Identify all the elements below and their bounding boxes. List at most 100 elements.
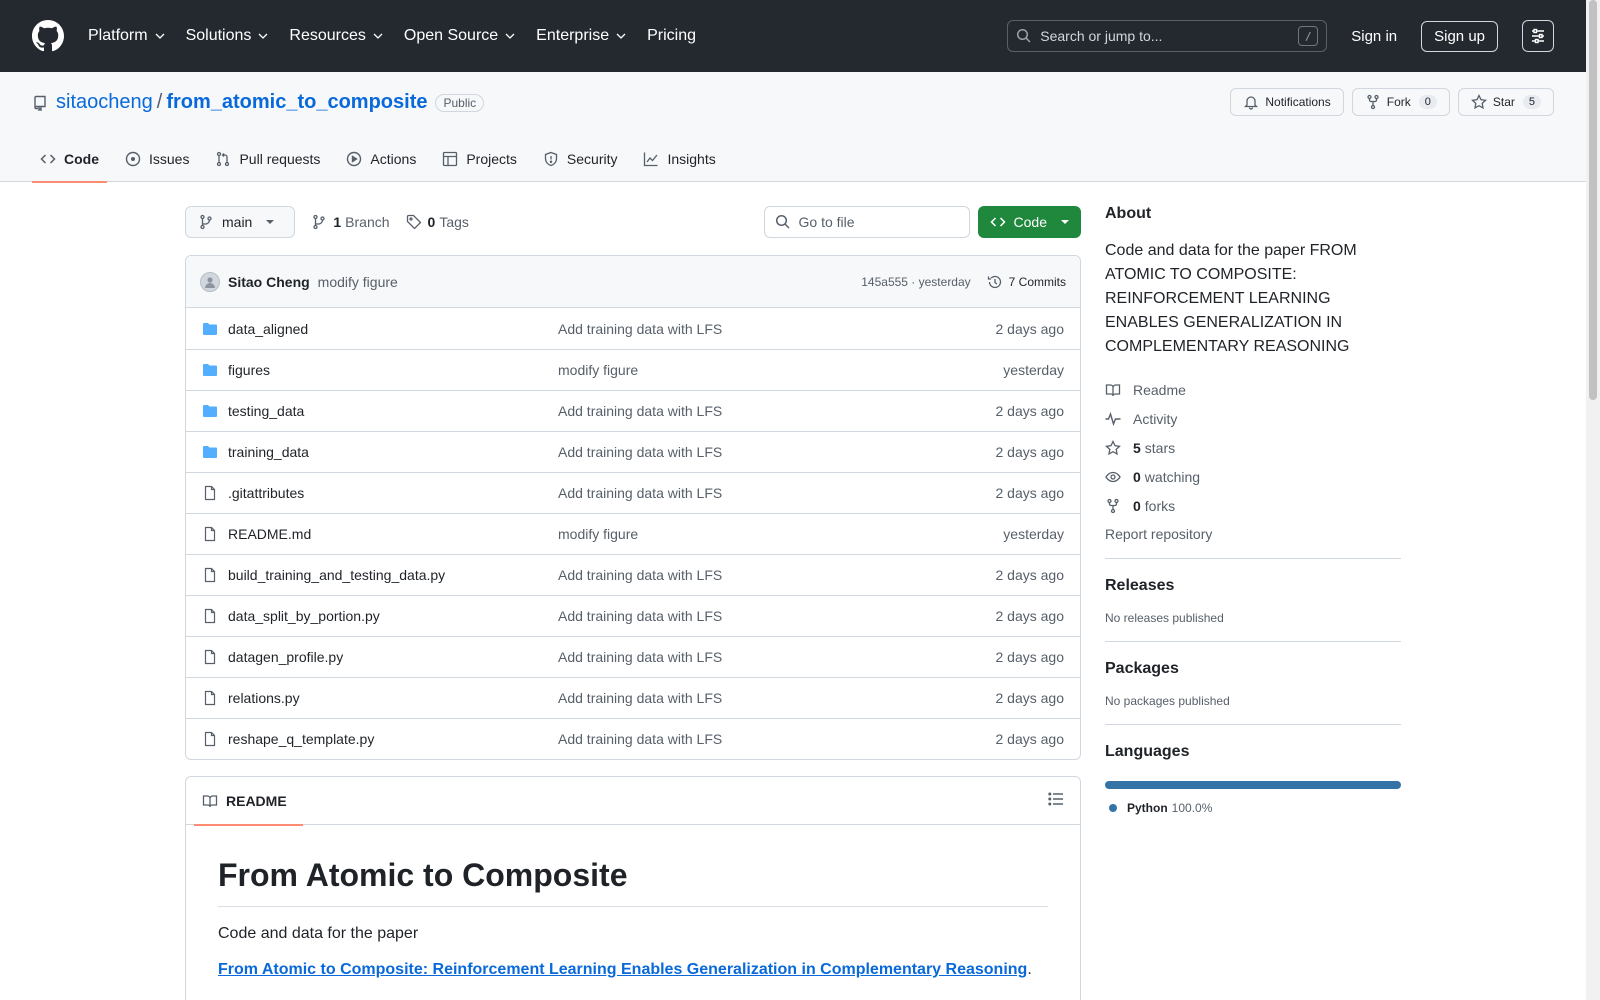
paper-link[interactable]: From Atomic to Composite: Reinforcement … (218, 961, 1027, 978)
nav-open-source[interactable]: Open Source (404, 27, 516, 45)
star-button[interactable]: Star 5 (1457, 88, 1554, 116)
commit-author-link[interactable]: Sitao Cheng (228, 274, 310, 290)
fork-count: 0 (1418, 95, 1437, 109)
sign-up-button[interactable]: Sign up (1421, 20, 1498, 52)
about-heading: About (1105, 205, 1152, 222)
packages-heading[interactable]: Packages (1105, 660, 1401, 678)
file-commit-message[interactable]: Add training data with LFS (558, 444, 996, 460)
releases-heading[interactable]: Releases (1105, 577, 1401, 595)
language-python[interactable]: Python 100.0% (1105, 801, 1401, 815)
file-name-link[interactable]: data_aligned (228, 321, 558, 337)
table-row[interactable]: data_aligned Add training data with LFS 2 … (186, 308, 1080, 349)
tab-code[interactable]: Code (32, 136, 107, 183)
scrollbar-thumb[interactable] (1589, 0, 1597, 400)
report-repository-link[interactable]: Report repository (1105, 526, 1401, 542)
file-name-link[interactable]: data_split_by_portion.py (228, 608, 558, 624)
stars-link[interactable]: 5 stars (1105, 433, 1401, 462)
table-row[interactable]: reshape_q_template.py Add training data w… (186, 718, 1080, 759)
code-dropdown-button[interactable]: Code (977, 206, 1081, 238)
language-bar (1105, 781, 1401, 789)
global-header: Platform Solutions Resources Open Source… (0, 0, 1586, 72)
file-commit-message[interactable]: modify figure (558, 362, 1003, 378)
tab-projects[interactable]: Projects (434, 136, 525, 182)
file-rows: data_aligned Add training data with LFS 2 … (186, 308, 1080, 759)
nav-pricing[interactable]: Pricing (647, 27, 696, 45)
repo-icon (34, 95, 46, 111)
go-to-file-input[interactable]: Go to file (763, 206, 970, 238)
file-commit-message[interactable]: Add training data with LFS (558, 321, 996, 337)
sign-in-link[interactable]: Sign in (1351, 28, 1397, 45)
nav-solutions[interactable]: Solutions (186, 27, 270, 45)
watching-label: watching (1144, 468, 1201, 485)
table-row[interactable]: README.md modify figure yesterday (186, 513, 1080, 554)
file-name-link[interactable]: testing_data (228, 403, 558, 419)
file-commit-message[interactable]: Add training data with LFS (558, 608, 996, 624)
github-logo-icon[interactable] (32, 20, 64, 52)
tab-issues[interactable]: Issues (117, 136, 197, 182)
file-name-link[interactable]: relations.py (228, 690, 558, 706)
commit-message-link[interactable]: modify figure (318, 274, 398, 290)
file-name-link[interactable]: .gitattributes (228, 485, 558, 501)
file-commit-message[interactable]: Add training data with LFS (558, 731, 996, 747)
commits-history-link[interactable]: 7 Commits (987, 274, 1066, 290)
file-commit-message[interactable]: modify figure (558, 526, 1003, 542)
watchers-link[interactable]: 0 watching (1105, 462, 1401, 491)
tab-pull-requests-label: Pull requests (239, 151, 321, 167)
file-name-link[interactable]: training_data (228, 444, 558, 460)
nav-resources[interactable]: Resources (289, 27, 383, 45)
forks-count: 0 (1133, 497, 1141, 514)
settings-menu-button[interactable] (1522, 20, 1554, 52)
user-avatar-icon (205, 276, 215, 288)
commit-hash-time[interactable]: 145a555 · yesterday (861, 275, 970, 289)
file-commit-message[interactable]: Add training data with LFS (558, 403, 996, 419)
latest-commit-bar: Sitao Cheng modify figure 145a555 · yest… (186, 256, 1080, 308)
notifications-button[interactable]: Notifications (1230, 88, 1344, 116)
file-name-link[interactable]: build_training_and_testing_data.py (228, 567, 558, 583)
nav-enterprise[interactable]: Enterprise (536, 27, 627, 45)
tab-actions[interactable]: Actions (338, 136, 424, 182)
tags-link[interactable]: 0 Tags (406, 214, 469, 230)
activity-link[interactable]: Activity (1105, 404, 1401, 433)
table-row[interactable]: data_split_by_portion.py Add training dat… (186, 595, 1080, 636)
table-row[interactable]: testing_data Add training data with LFS 2 … (186, 390, 1080, 431)
readme-tab[interactable]: README (194, 777, 303, 826)
avatar[interactable] (200, 271, 220, 292)
readme-link[interactable]: Readme (1105, 375, 1401, 404)
file-name-link[interactable]: datagen_profile.py (228, 649, 558, 665)
file-name-link[interactable]: README.md (228, 526, 558, 542)
fork-button[interactable]: Fork 0 (1351, 88, 1450, 116)
branch-name: main (222, 214, 253, 230)
repo-owner-link[interactable]: sitaocheng (56, 91, 153, 114)
file-name-link[interactable]: figures (228, 362, 558, 378)
file-commit-message[interactable]: Add training data with LFS (558, 690, 996, 706)
nav-platform[interactable]: Platform (88, 27, 166, 45)
file-commit-message[interactable]: Add training data with LFS (558, 485, 996, 501)
branch-selector[interactable]: main (185, 206, 296, 238)
readme-intro: Code and data for the paper (218, 925, 419, 942)
table-row[interactable]: datagen_profile.py Add training data with… (186, 636, 1080, 677)
repo-name-link[interactable]: from_atomic_to_composite (166, 91, 427, 114)
shield-icon (544, 151, 558, 167)
outline-toggle-button[interactable] (1048, 791, 1064, 810)
file-name-link[interactable]: reshape_q_template.py (228, 731, 558, 747)
global-search-input[interactable]: Search or jump to... / (1007, 20, 1328, 52)
tab-security-label: Security (566, 151, 618, 167)
tab-pull-requests[interactable]: Pull requests (207, 136, 328, 182)
page-scrollbar[interactable] (1586, 0, 1600, 1000)
readme-link-label: Readme (1133, 381, 1186, 398)
branches-link[interactable]: 1 Branch (311, 214, 390, 230)
file-commit-message[interactable]: Add training data with LFS (558, 567, 996, 583)
forks-link[interactable]: 0 forks (1105, 491, 1401, 520)
graph-icon (644, 152, 658, 167)
table-row[interactable]: build_training_and_testing_data.py Add tr… (186, 554, 1080, 595)
readme-content: From Atomic to Composite Code and data f… (186, 825, 1080, 979)
table-row[interactable]: training_data Add training data with LFS 2… (186, 431, 1080, 472)
nav-enterprise-label: Enterprise (536, 27, 610, 44)
table-row[interactable]: .gitattributes Add training data with LFS… (186, 472, 1080, 513)
table-row[interactable]: relations.py Add training data with LFS 2 … (186, 677, 1080, 718)
file-commit-age: 2 days ago (995, 320, 1065, 337)
table-row[interactable]: figures modify figure yesterday (186, 349, 1080, 390)
tab-security[interactable]: Security (535, 136, 626, 182)
tab-insights[interactable]: Insights (635, 136, 723, 182)
file-commit-message[interactable]: Add training data with LFS (558, 649, 996, 665)
